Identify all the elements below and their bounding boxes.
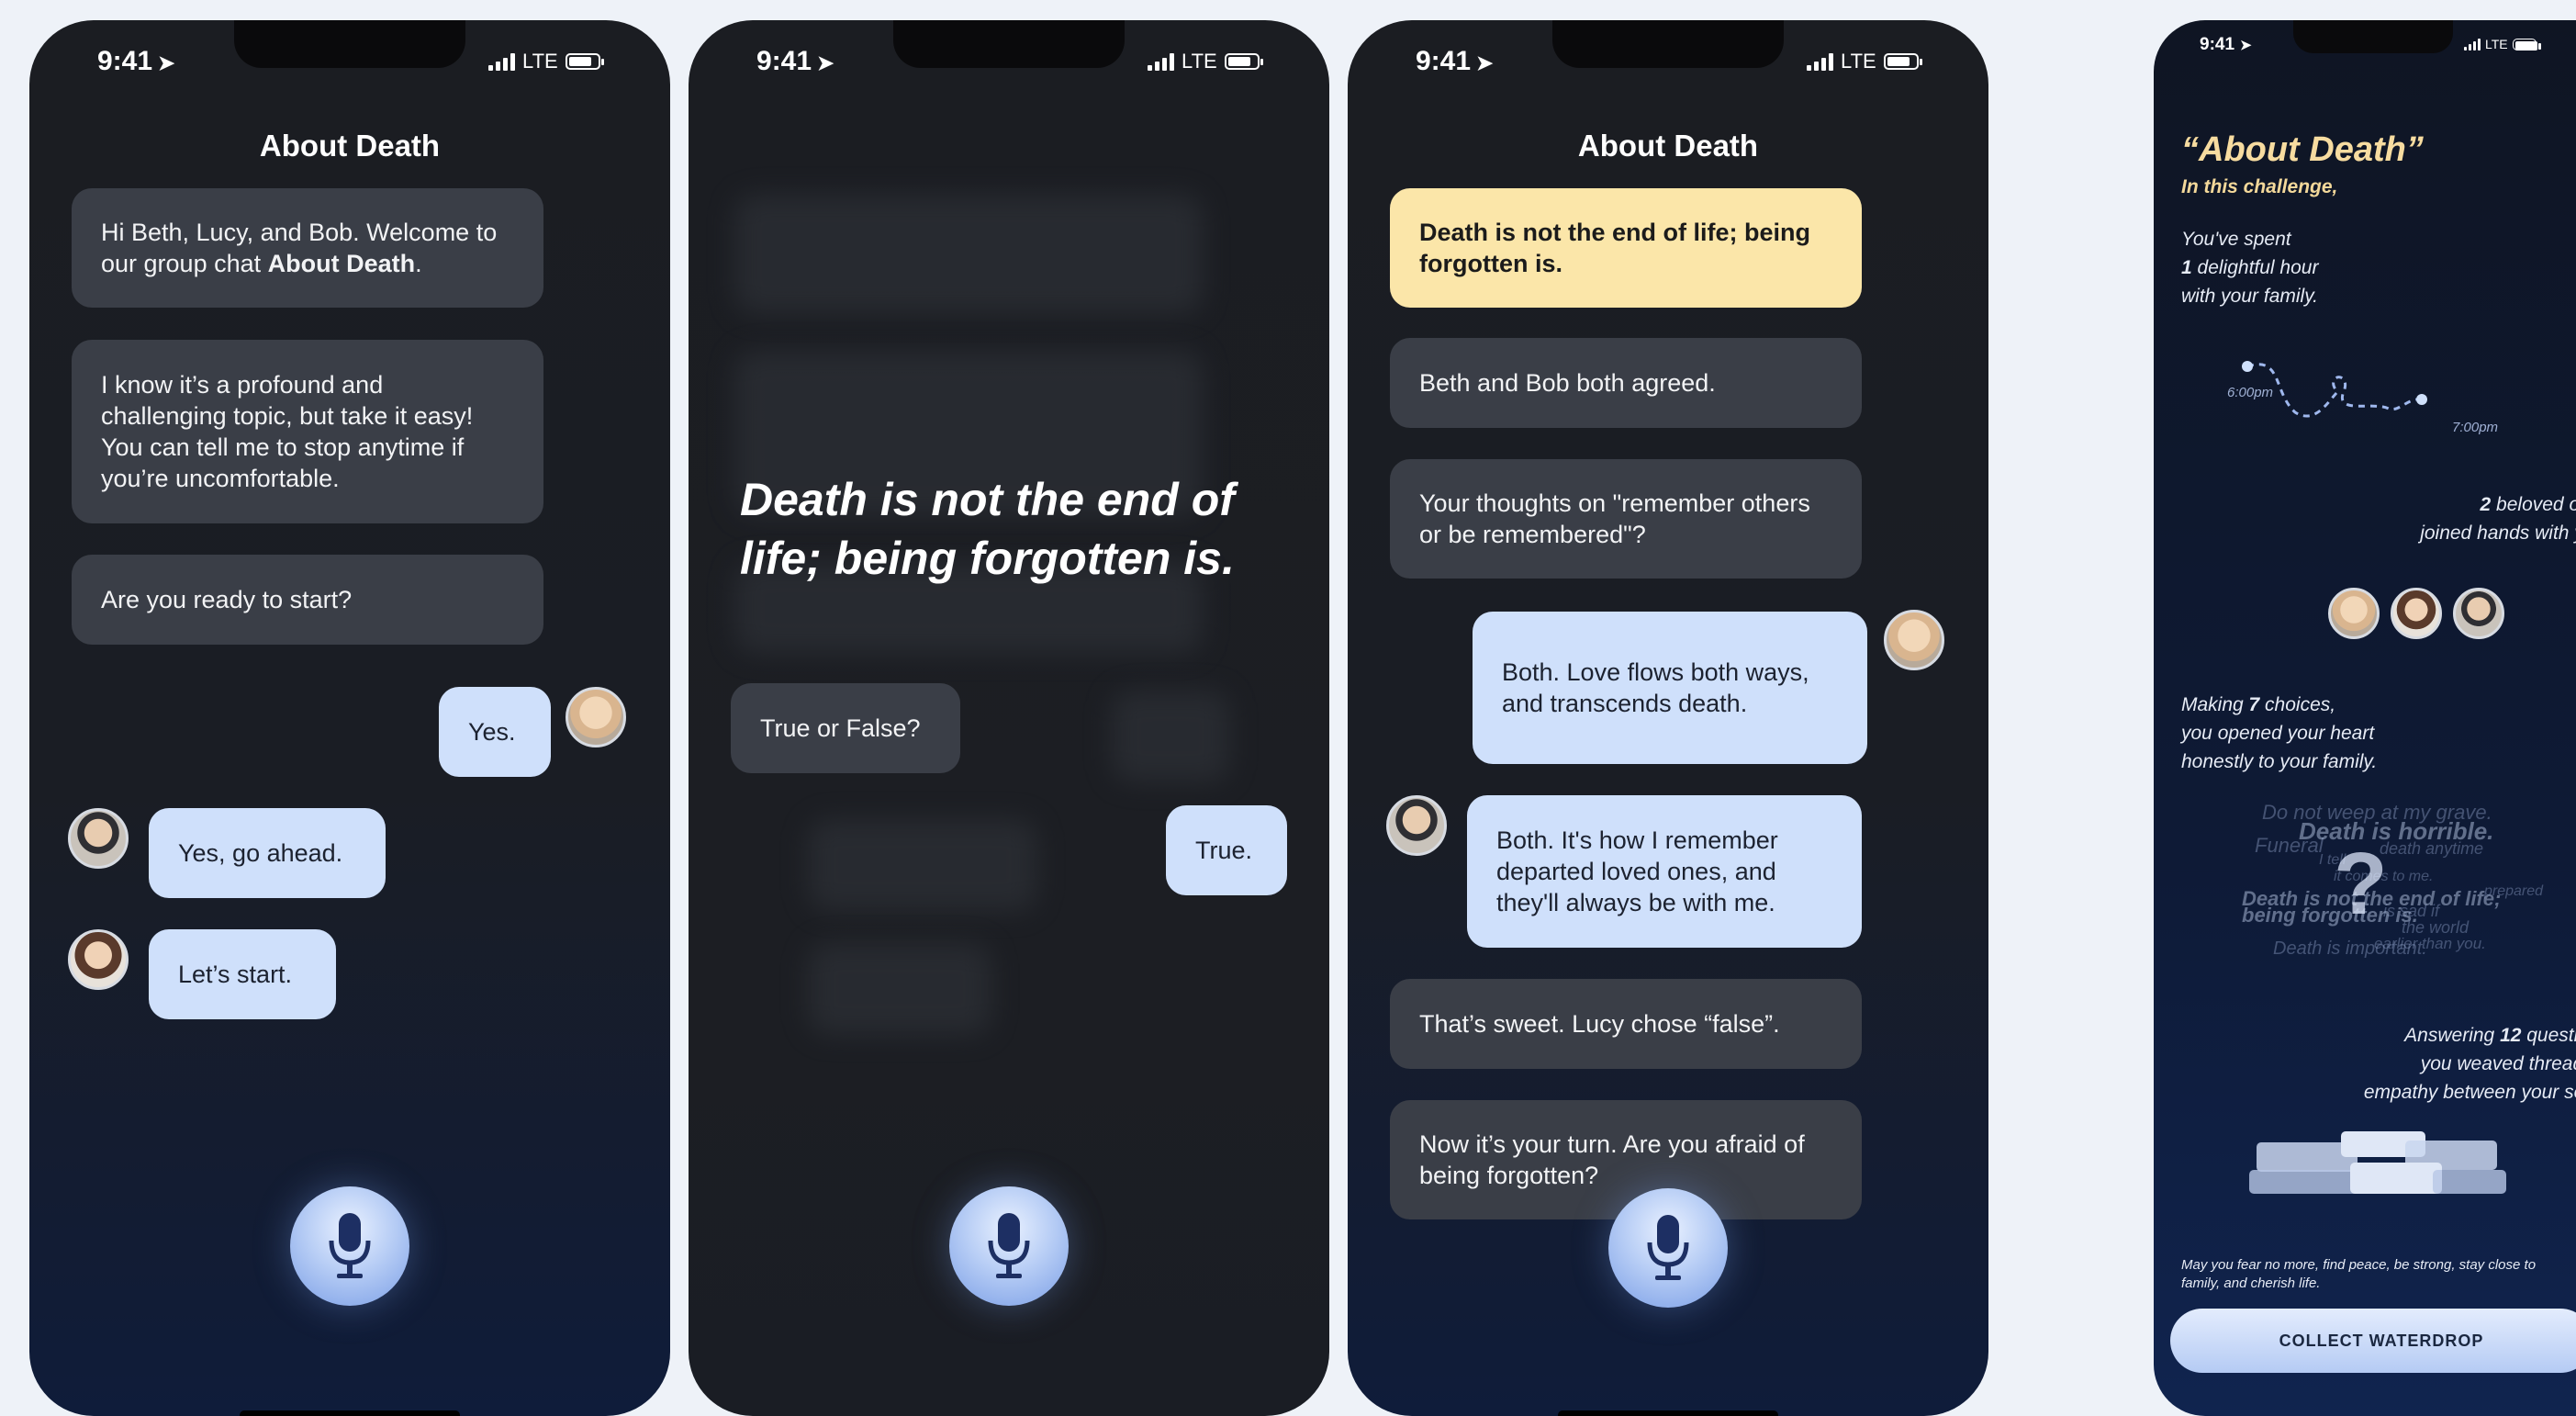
notch bbox=[893, 20, 1125, 68]
avatar-lucy bbox=[68, 929, 129, 990]
carrier-label: LTE bbox=[1841, 50, 1876, 73]
carrier-label: LTE bbox=[2485, 37, 2508, 51]
summary-subtitle: In this challenge, bbox=[2181, 176, 2338, 197]
summary-time-spent: You've spent 1 delightful hour with your… bbox=[2181, 229, 2319, 307]
bot-message-lucy-choice: That’s sweet. Lucy chose “false”. bbox=[1390, 979, 1862, 1069]
collect-waterdrop-button[interactable]: COLLECT WATERDROP bbox=[2170, 1309, 2576, 1373]
avatar-beth bbox=[1884, 610, 1944, 670]
summary-footer-blessing: May you fear no more, find peace, be str… bbox=[2181, 1257, 2537, 1291]
carrier-label: LTE bbox=[522, 50, 558, 73]
blurred-message bbox=[1111, 691, 1230, 782]
signal-icon bbox=[488, 52, 515, 71]
battery-icon bbox=[565, 53, 604, 70]
status-indicators: LTE bbox=[1807, 50, 1922, 73]
time-end-label: 7:00pm bbox=[2452, 420, 2499, 435]
summary-beloved-ones: 2 beloved ones joined hands with you. bbox=[2420, 494, 2576, 544]
location-arrow-icon: ➤ bbox=[158, 51, 175, 74]
bot-message-welcome: Hi Beth, Lucy, and Bob. Welcome to our g… bbox=[72, 188, 543, 308]
chat-title: About Death bbox=[259, 129, 441, 163]
choices-word-cloud: Do not weep at my grave. Death is horrib… bbox=[2154, 801, 2576, 966]
user-answer: True. bbox=[1166, 805, 1287, 895]
status-indicators: LTE bbox=[1148, 50, 1263, 73]
microphone-icon bbox=[329, 1213, 371, 1278]
status-time: 9:41 ➤ bbox=[2200, 35, 2252, 54]
cloud-phrase: prepared bbox=[2484, 883, 2544, 899]
highlighted-statement: Death is not the end of life; being forg… bbox=[1390, 188, 1862, 308]
home-indicator bbox=[1558, 1410, 1778, 1416]
avatar-beth bbox=[2328, 588, 2380, 639]
question-mark-icon: ? bbox=[2334, 835, 2388, 933]
blurred-message bbox=[808, 943, 991, 1035]
cloud-phrase: Funeral bbox=[2255, 834, 2324, 857]
user-reply-beth: Yes. bbox=[439, 687, 551, 777]
carrier-label: LTE bbox=[1182, 50, 1217, 73]
notch bbox=[234, 20, 465, 68]
avatar-beth bbox=[566, 687, 626, 747]
woven-threads-illustration bbox=[2249, 1128, 2506, 1201]
summary-answers: Answering 12 questions, you weaved threa… bbox=[2363, 1025, 2576, 1103]
phone-screen-summary: 9:41 ➤ LTE “About Death” In this challeng… bbox=[2154, 20, 2576, 1416]
summary-choices: Making 7 choices, you opened your heart … bbox=[2181, 694, 2378, 772]
chat-title: About Death bbox=[1577, 129, 1759, 163]
user-reply-bob: Both. It's how I remember departed loved… bbox=[1467, 795, 1862, 948]
blurred-message bbox=[808, 819, 1037, 911]
notch bbox=[1552, 20, 1784, 68]
bot-message-topic: I know it’s a profound and challenging t… bbox=[72, 340, 543, 523]
user-reply-lucy: Let’s start. bbox=[149, 929, 336, 1019]
summary-title: “About Death” bbox=[2181, 130, 2424, 169]
bot-message-agreed: Beth and Bob both agreed. bbox=[1390, 338, 1862, 428]
signal-icon bbox=[2464, 38, 2481, 51]
battery-icon bbox=[1224, 53, 1263, 70]
location-arrow-icon: ➤ bbox=[1476, 51, 1494, 74]
status-indicators: LTE bbox=[488, 50, 604, 73]
location-arrow-icon: ➤ bbox=[2240, 38, 2252, 53]
time-start-label: 6:00pm bbox=[2227, 385, 2274, 400]
phone-screen-statement: 9:41 ➤ LTE Death is not the end of life; … bbox=[689, 20, 1329, 1416]
user-reply-beth: Both. Love flows both ways, and transcen… bbox=[1473, 612, 1867, 764]
bot-message-question: Your thoughts on "remember others or be … bbox=[1390, 459, 1862, 579]
blurred-message bbox=[734, 195, 1203, 314]
microphone-icon bbox=[1647, 1215, 1689, 1280]
bot-message-your-turn: Now it’s your turn. Are you afraid of be… bbox=[1390, 1100, 1862, 1219]
signal-icon bbox=[1807, 52, 1833, 71]
statement-quote: Death is not the end of life; being forg… bbox=[740, 474, 1235, 584]
status-indicators: LTE bbox=[2464, 37, 2541, 51]
bot-message-ready: Are you ready to start? bbox=[72, 555, 543, 645]
avatar-lucy bbox=[2391, 588, 2442, 639]
user-reply-bob: Yes, go ahead. bbox=[149, 808, 386, 898]
battery-icon bbox=[2512, 38, 2541, 51]
status-time: 9:41 ➤ bbox=[756, 46, 834, 76]
home-indicator bbox=[240, 1410, 460, 1416]
phone-screen-chat-intro: 9:41 ➤ LTE About Death Hi Beth, Lucy, and… bbox=[29, 20, 670, 1416]
battery-icon bbox=[1883, 53, 1922, 70]
status-time: 9:41 ➤ bbox=[1416, 46, 1494, 76]
status-time: 9:41 ➤ bbox=[97, 46, 175, 76]
bot-question-true-false: True or False? bbox=[731, 683, 960, 773]
avatar-bob bbox=[2453, 588, 2504, 639]
microphone-icon bbox=[988, 1213, 1030, 1278]
phone-screen-discussion: 9:41 ➤ LTE About Death Death is not the e… bbox=[1348, 20, 1988, 1416]
microphone-button[interactable] bbox=[1608, 1188, 1728, 1308]
signal-icon bbox=[1148, 52, 1174, 71]
microphone-button[interactable] bbox=[290, 1186, 409, 1306]
cloud-phrase: earlier than you. bbox=[2374, 935, 2486, 952]
avatar-bob bbox=[68, 808, 129, 869]
notch bbox=[2293, 20, 2453, 53]
cloud-phrase: death anytime bbox=[2380, 839, 2484, 858]
avatar-bob bbox=[1386, 795, 1447, 856]
location-arrow-icon: ➤ bbox=[817, 51, 834, 74]
microphone-button[interactable] bbox=[949, 1186, 1069, 1306]
